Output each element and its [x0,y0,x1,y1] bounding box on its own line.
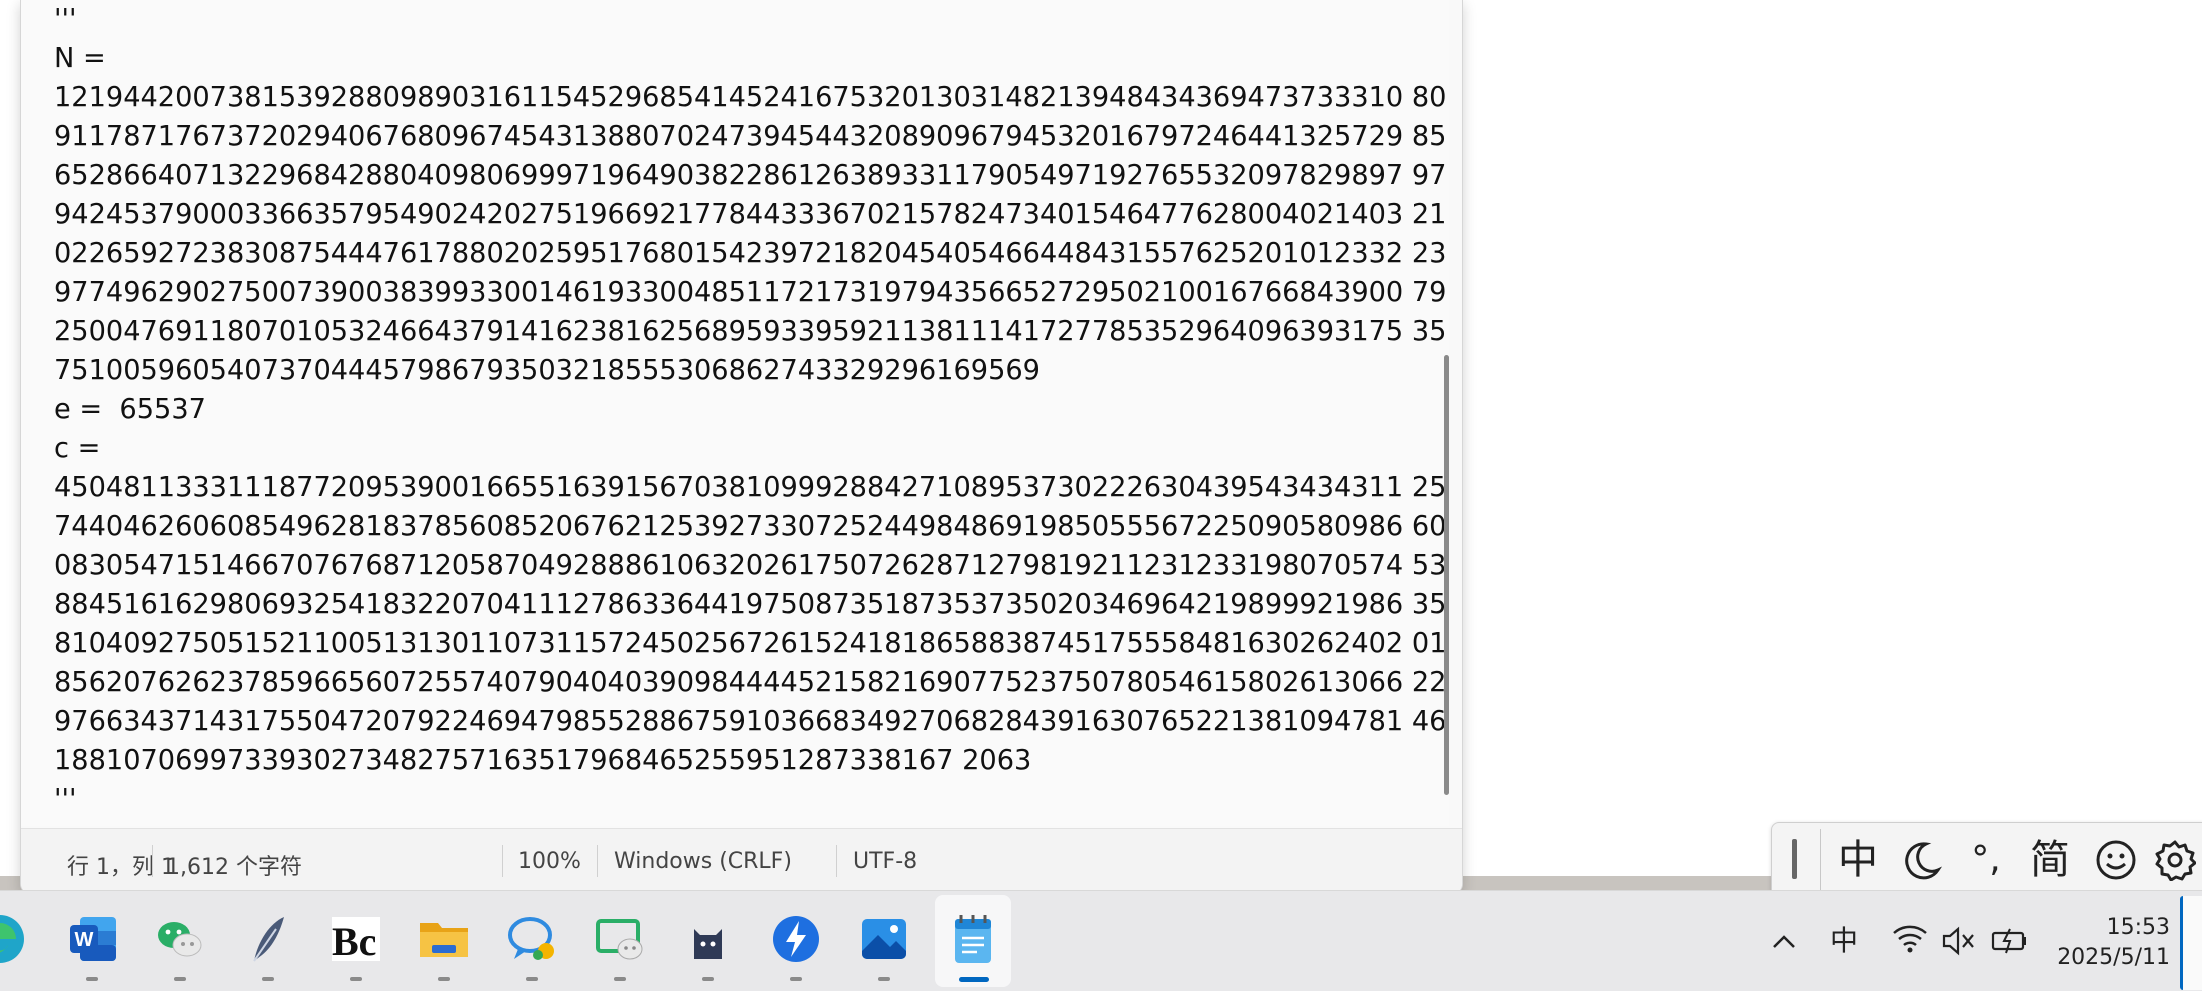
status-bar: 行 1，列 1 1,612 个字符 100% Windows (CRLF) UT… [21,828,1462,893]
status-divider [836,845,837,877]
bc-icon[interactable]: Bc [328,911,384,967]
encoding[interactable]: UTF-8 [853,849,917,874]
active-indicator [959,977,989,982]
running-indicator [174,977,186,981]
taskbar: W Bc 中 15:53 2025/5/11 [0,890,2202,991]
chat-icon[interactable] [504,911,560,967]
battery-charging-icon[interactable] [1990,891,2030,991]
ime-separator [1820,829,1821,891]
volume-muted-icon[interactable] [1940,891,1976,991]
wechat-window-icon[interactable] [592,911,648,967]
ime-toolbar: 中 °, 简 [1771,822,2202,898]
running-indicator [878,977,890,981]
status-divider [502,845,503,877]
running-indicator [526,977,538,981]
running-indicator [702,977,714,981]
punctuation-mode-button[interactable]: °, [1958,831,2014,889]
running-indicator [614,977,626,981]
photos-icon[interactable] [856,911,912,967]
ime-drag-handle[interactable] [1792,839,1797,879]
running-indicator [86,977,98,981]
line-ending[interactable]: Windows (CRLF) [614,849,792,874]
zoom-level[interactable]: 100% [518,849,581,874]
notepad-window: ''' N = 12194420073815392880989031611545… [20,0,1463,894]
word-letter: W [75,929,94,951]
chevron-up-icon[interactable] [1766,891,1802,991]
clock[interactable]: 15:53 2025/5/11 [2030,913,2170,973]
wifi-icon[interactable] [1890,891,1930,991]
tray-ime-indicator[interactable]: 中 [1830,919,1858,959]
cat-icon[interactable] [680,911,736,967]
moon-icon[interactable] [1894,831,1950,889]
bc-letter: Bc [332,919,376,964]
running-indicator [262,977,274,981]
running-indicator [790,977,802,981]
clock-date: 2025/5/11 [2057,945,2170,970]
vertical-scrollbar-thumb[interactable] [1444,355,1449,795]
word-icon[interactable]: W [66,911,122,967]
text-editor[interactable]: ''' N = 12194420073815392880989031611545… [21,0,1449,826]
ime-chinese-mode-button[interactable]: 中 [1830,831,1886,889]
show-desktop-button[interactable] [2180,896,2202,990]
simplified-mode-button[interactable]: 简 [2020,831,2080,889]
thunder-icon[interactable] [768,911,824,967]
cursor-position[interactable]: 行 1，列 1 [67,849,175,881]
feather-icon[interactable] [240,911,296,967]
editor-text[interactable]: ''' N = 12194420073815392880989031611545… [54,0,1446,819]
running-indicator [438,977,450,981]
smiley-icon[interactable] [2088,831,2144,889]
status-divider [597,845,598,877]
clock-time: 15:53 [2106,915,2170,940]
gear-icon[interactable] [2148,831,2202,889]
character-count: 1,612 个字符 [166,855,302,880]
running-indicator [350,977,362,981]
edge-icon[interactable] [0,911,28,967]
file-explorer-icon[interactable] [416,911,472,967]
status-divider [152,845,153,877]
notepad-icon[interactable] [945,911,1001,967]
wechat-icon[interactable] [152,911,208,967]
